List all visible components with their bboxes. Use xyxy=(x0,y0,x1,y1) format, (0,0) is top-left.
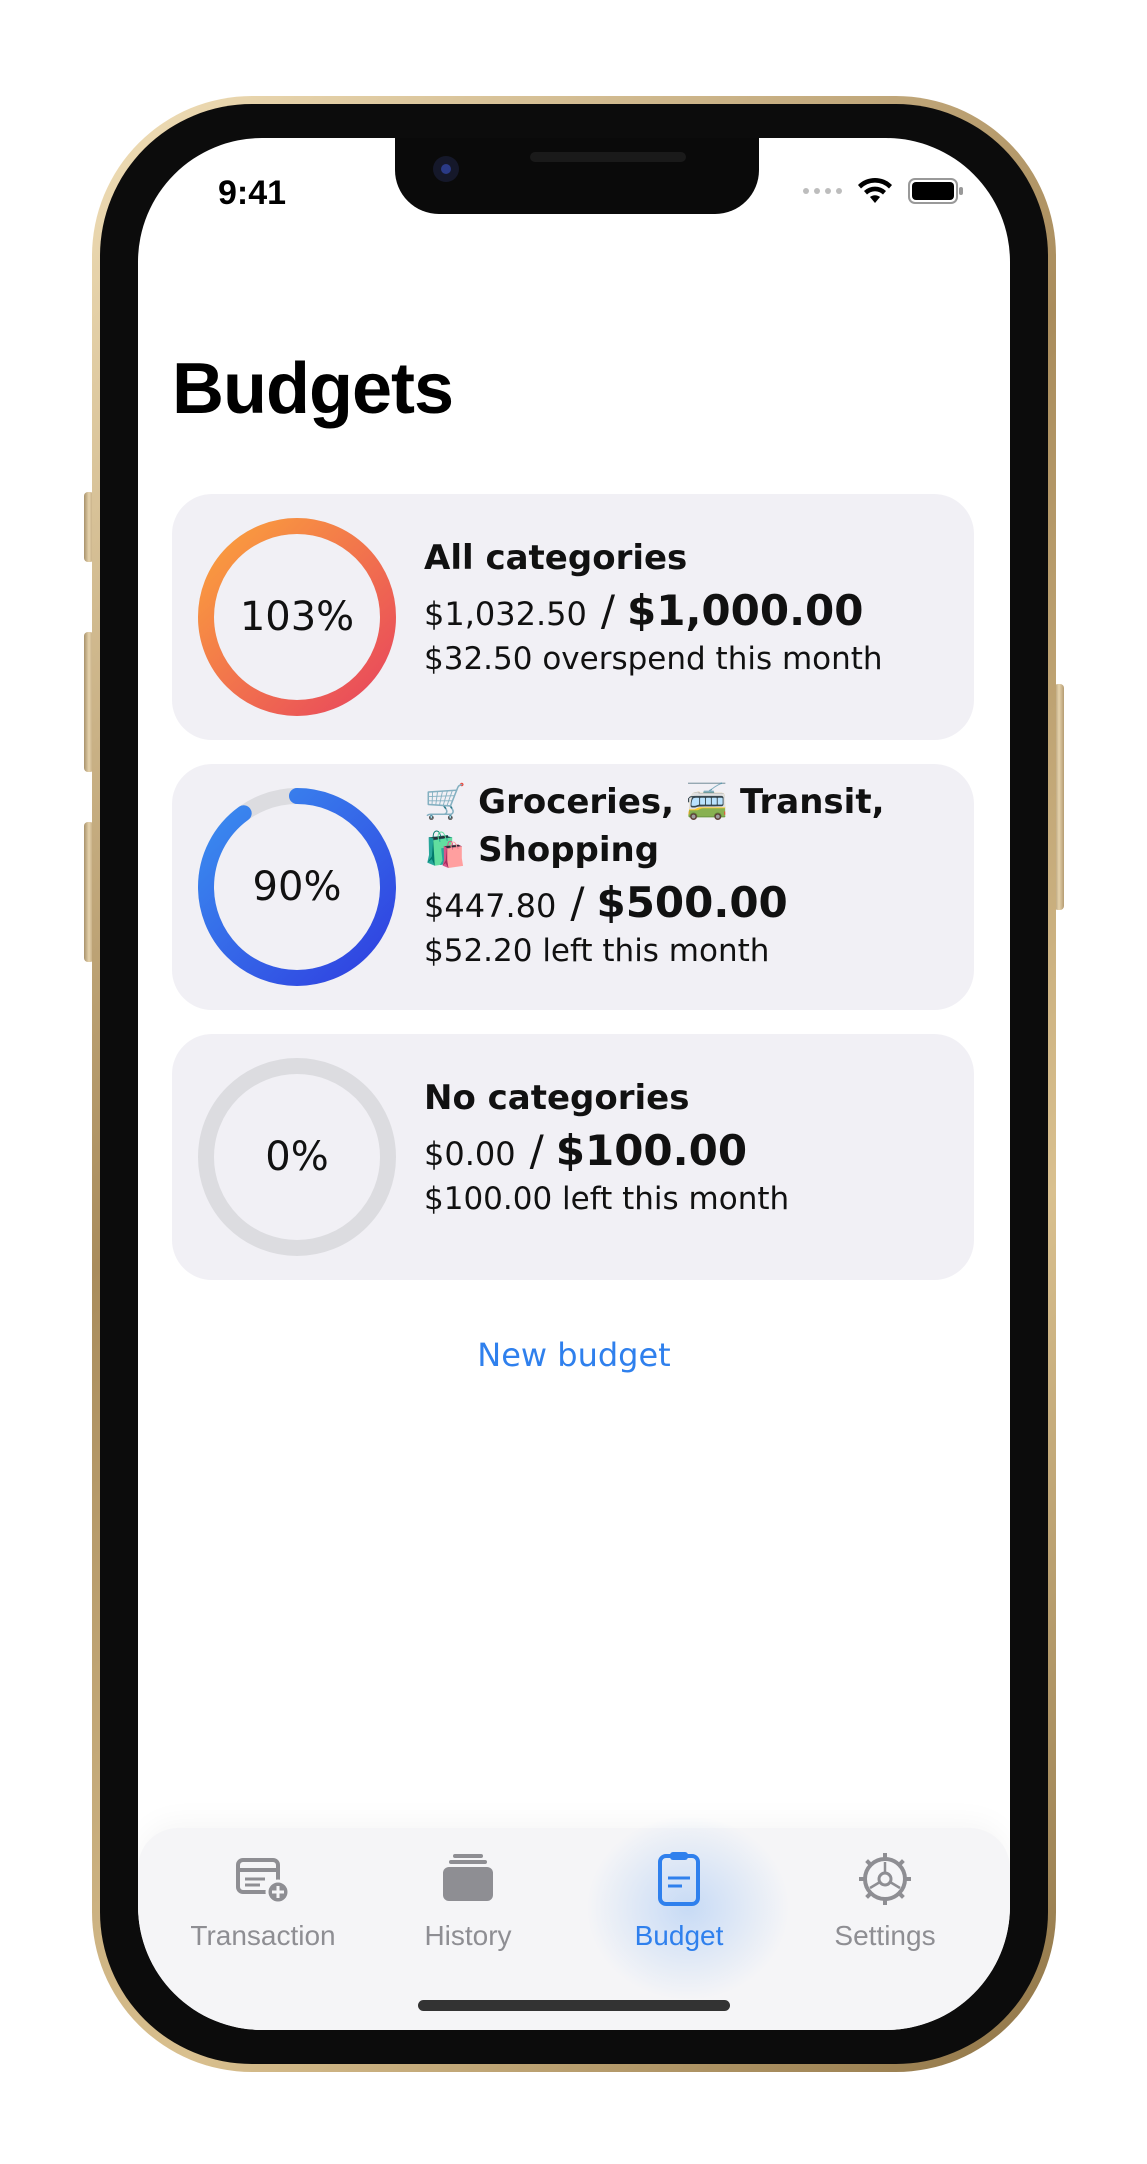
budget-name: 🛒 Groceries, 🚎 Transit, 🛍️ Shopping xyxy=(424,782,885,870)
percent-label: 0% xyxy=(265,1134,329,1180)
front-camera xyxy=(433,156,459,182)
amount-separator: / xyxy=(570,878,585,927)
amount-separator: / xyxy=(600,586,616,635)
spent-amount: $1,032.50 xyxy=(424,595,587,633)
limit-amount: $1,000.00 xyxy=(627,586,864,635)
percent-label: 103% xyxy=(239,594,355,640)
tab-label: History xyxy=(424,1920,512,1951)
limit-amount: $100.00 xyxy=(555,1126,748,1175)
remaining-text: $52.20 left this month xyxy=(424,933,770,969)
history-stack-icon xyxy=(443,1854,493,1901)
battery-icon xyxy=(908,178,963,204)
home-indicator[interactable] xyxy=(418,2000,730,2011)
notch xyxy=(395,138,759,214)
tab-history[interactable]: History xyxy=(363,1848,573,1978)
budget-card[interactable]: 90% 🛒 Groceries, 🚎 Transit, 🛍️ Shopping … xyxy=(172,764,974,1010)
tab-budget[interactable]: Budget xyxy=(574,1848,784,1978)
progress-ring: 0% xyxy=(194,1054,400,1260)
gear-icon xyxy=(859,1853,911,1905)
remaining-text: $100.00 left this month xyxy=(424,1181,790,1217)
tab-settings[interactable]: Settings xyxy=(780,1848,990,1978)
page-title: Budgets xyxy=(172,349,454,429)
spent-amount: $0.00 xyxy=(424,1135,516,1173)
tab-label: Settings xyxy=(834,1920,936,1951)
cellular-signal-icon xyxy=(803,188,842,194)
progress-ring: 90% xyxy=(194,784,400,990)
progress-ring: 103% xyxy=(194,514,400,720)
tab-label: Transaction xyxy=(190,1920,336,1951)
new-budget-button[interactable]: New budget xyxy=(138,1336,1010,1374)
wifi-icon xyxy=(858,177,892,203)
tab-transaction[interactable]: Transaction xyxy=(158,1848,368,1978)
spent-amount: $447.80 xyxy=(424,887,557,925)
remaining-text: $32.50 overspend this month xyxy=(424,641,883,677)
tab-label: Budget xyxy=(634,1920,724,1951)
limit-amount: $500.00 xyxy=(596,878,788,927)
budget-name: All categories xyxy=(424,538,688,578)
earpiece-speaker xyxy=(530,152,686,162)
status-icons xyxy=(803,176,964,206)
budget-card[interactable]: 103% All categories $1,032.50 / $1,000.0… xyxy=(172,494,974,740)
transaction-add-icon xyxy=(236,1858,291,1905)
percent-label: 90% xyxy=(252,864,342,910)
budget-card[interactable]: 0% No categories $0.00 / $100.00 $100.00… xyxy=(172,1034,974,1280)
status-time: 9:41 xyxy=(218,174,287,212)
budget-name: No categories xyxy=(424,1078,690,1118)
budget-clipboard-icon xyxy=(658,1852,700,1906)
phone-screen: 9:41 Budgets 103% All categories $1,032.… xyxy=(138,138,1010,2030)
amount-separator: / xyxy=(529,1126,544,1175)
